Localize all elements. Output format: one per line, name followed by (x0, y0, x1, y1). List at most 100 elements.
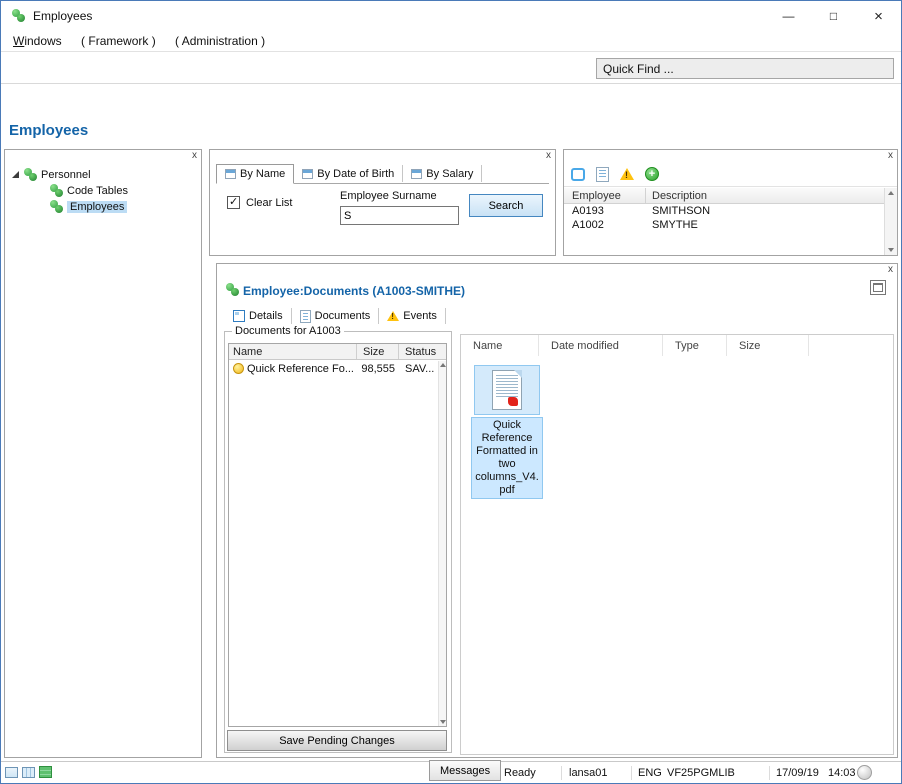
employee-surname-input[interactable] (340, 206, 459, 225)
keyboard-icon[interactable] (22, 766, 35, 778)
column-header-size[interactable]: Size (727, 335, 809, 356)
panel-close-button[interactable]: x (546, 150, 551, 162)
maximize-panel-button[interactable] (870, 280, 886, 295)
quick-find-input[interactable] (596, 58, 894, 79)
grid-toolbar (564, 162, 897, 187)
menu-framework[interactable]: ( Framework ) (73, 31, 164, 51)
tab-events[interactable]: Events (379, 308, 446, 324)
column-header-type[interactable]: Type (663, 335, 727, 356)
save-pending-changes-button[interactable]: Save Pending Changes (227, 730, 447, 751)
column-header-employee[interactable]: Employee (564, 188, 646, 203)
select-icon[interactable] (571, 167, 585, 181)
add-icon[interactable] (645, 167, 659, 181)
panel-close-button[interactable]: x (888, 150, 893, 162)
status-time-label: 14:03 (828, 767, 856, 779)
panel-close-button[interactable]: x (192, 150, 197, 162)
panel-title: Employee:Documents (A1003-SMITHE) (243, 284, 466, 298)
clear-list-label: Clear List (246, 196, 293, 209)
column-header-description[interactable]: Description (646, 190, 884, 202)
table-icon (225, 169, 236, 179)
tab-by-name[interactable]: By Name (216, 164, 295, 184)
folder-icon (23, 167, 37, 182)
column-header-size[interactable]: Size (357, 344, 399, 359)
pdf-file-icon (492, 370, 522, 410)
app-window: Employees — □ × Windows ( Framework ) ( … (0, 0, 902, 784)
table-row[interactable]: A1002 SMYTHE (564, 218, 884, 232)
tab-by-date-of-birth[interactable]: By Date of Birth (294, 165, 404, 182)
group-box-title: Documents for A1003 (232, 325, 344, 337)
warning-icon[interactable] (620, 168, 634, 180)
status-user-label: lansa01 (569, 767, 608, 779)
tab-label: By Date of Birth (317, 167, 395, 180)
column-header-status[interactable]: Status (399, 344, 446, 359)
maximize-button[interactable]: □ (811, 1, 856, 31)
tree-item-label-selected: Employees (67, 200, 128, 213)
cell-description: SMITHSON (652, 205, 711, 217)
window-title: Employees (33, 9, 93, 23)
tree-item-label: Personnel (41, 168, 91, 181)
folder-icon (49, 183, 63, 198)
table-icon (411, 168, 423, 179)
column-header-name[interactable]: Name (461, 335, 539, 356)
tree-expander-icon[interactable] (12, 171, 19, 178)
file-name-label: Quick Reference Formatted in two columns… (471, 417, 543, 499)
status-date-label: 17/09/19 (776, 767, 819, 779)
tab-documents[interactable]: Documents (292, 308, 380, 324)
cell-description: SMYTHE (652, 219, 698, 231)
table-row[interactable]: A0193 SMITHSON (564, 204, 884, 218)
tree-item-personnel[interactable]: Personnel (12, 167, 91, 182)
documents-list: Name Size Status Quick Reference Fo... 9… (228, 343, 447, 727)
vertical-scrollbar[interactable] (438, 361, 446, 726)
status-library-label: VF25PGMLIB (667, 767, 735, 779)
tab-label: Documents (314, 310, 371, 322)
separator (769, 766, 770, 780)
document-icon (299, 309, 311, 323)
close-button[interactable]: × (856, 1, 901, 31)
list-item[interactable]: Quick Reference Fo... 98,555 SAV... (229, 360, 446, 377)
search-button[interactable]: Search (469, 194, 543, 217)
column-header-date-modified[interactable]: Date modified (539, 335, 663, 356)
menu-windows[interactable]: Windows (5, 31, 70, 51)
cell-size: 98,555 (361, 362, 395, 375)
tab-details[interactable]: Details (225, 308, 292, 324)
table-icon (302, 168, 314, 179)
page-fold-icon (514, 370, 522, 378)
employee-icon (225, 283, 239, 297)
clear-list-checkbox[interactable] (227, 195, 240, 209)
documents-group-box: Name Size Status Quick Reference Fo... 9… (224, 331, 452, 753)
folder-icon (49, 199, 63, 214)
column-header-name[interactable]: Name (229, 344, 357, 359)
tree-item-code-tables[interactable]: Code Tables (49, 183, 128, 198)
tab-by-salary[interactable]: By Salary (403, 165, 483, 182)
status-language-label: ENG (638, 767, 662, 779)
employees-grid-panel: x Employee Description A0193 SMITHSON A1… (563, 149, 898, 256)
minimize-button[interactable]: — (766, 1, 811, 31)
scroll-up-icon[interactable] (888, 191, 894, 195)
window-controls: — □ × (766, 1, 901, 31)
green-grid-icon[interactable] (39, 766, 52, 778)
documents-tabstrip: Details Documents Events (225, 307, 446, 325)
status-indicator-ball (857, 765, 872, 780)
search-tabstrip: By Name By Date of Birth By Salary (216, 163, 549, 184)
scroll-down-icon[interactable] (888, 248, 894, 252)
menu-bar: Windows ( Framework ) ( Administration ) (1, 31, 901, 52)
navigation-tree-panel: x Personnel Code Tables Employees (4, 149, 202, 758)
separator (561, 766, 562, 780)
files-explorer-view: Name Date modified Type Size Quick Refer… (460, 334, 894, 755)
document-icon[interactable] (596, 166, 609, 182)
search-panel: x By Name By Date of Birth By Salary Cle… (209, 149, 556, 256)
scroll-up-icon[interactable] (439, 363, 446, 367)
tab-label: By Salary (426, 167, 474, 180)
panel-close-button[interactable]: x (888, 264, 893, 276)
vertical-scrollbar[interactable] (884, 188, 897, 255)
scroll-down-icon[interactable] (439, 720, 446, 724)
tree-item-employees[interactable]: Employees (49, 199, 128, 214)
column-header-filler (809, 335, 893, 356)
menu-administration[interactable]: ( Administration ) (167, 31, 273, 51)
window-grid-icon[interactable] (5, 766, 18, 778)
status-ready-label: Ready (504, 767, 536, 779)
messages-button[interactable]: Messages (429, 760, 502, 781)
file-item-pdf[interactable]: Quick Reference Formatted in two columns… (471, 365, 543, 499)
page-title: Employees (9, 122, 89, 139)
status-bar-icons (5, 766, 52, 778)
